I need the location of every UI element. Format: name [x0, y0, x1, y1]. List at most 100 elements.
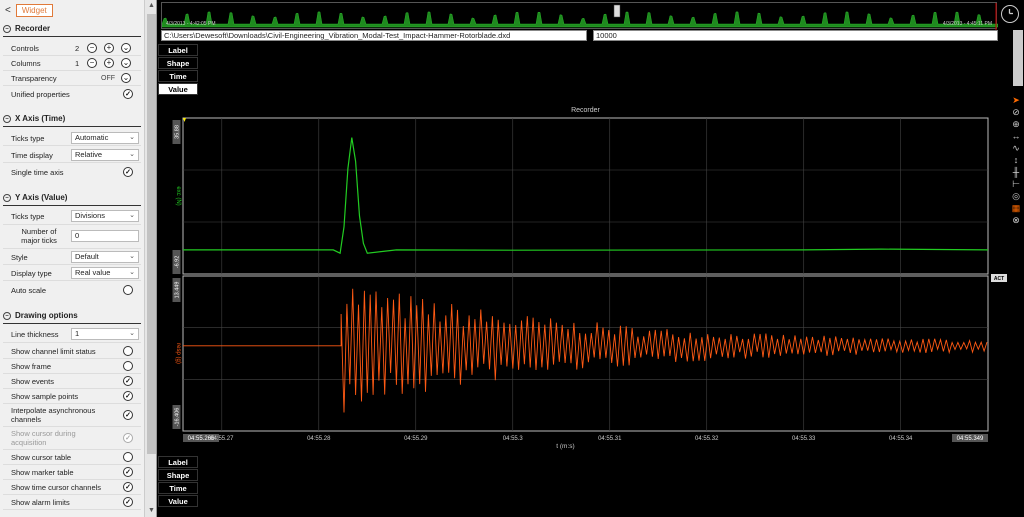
time-display-dropdown[interactable]: Relative ⌄ [71, 149, 139, 161]
overview-strip[interactable]: 4/3/2013 - 4:42:05 PM 4/3/2013 - 4:45:11… [161, 2, 998, 30]
dropdown-value: Real value [75, 268, 111, 277]
collapse-icon[interactable]: – [3, 24, 11, 33]
wave-icon[interactable]: ∿ [1010, 142, 1022, 154]
auto-scale-checkbox[interactable] [123, 285, 133, 295]
drawing-option-label-text2: acquisition [11, 438, 47, 447]
widget-tab[interactable]: < Widget [5, 3, 53, 17]
resp-ymin-label-group: -16.406 [172, 405, 181, 429]
divider [3, 162, 141, 163]
controls-label: Controls [11, 43, 39, 53]
section-recorder[interactable]: – Recorder [3, 24, 141, 33]
value-button[interactable]: Value [158, 83, 198, 95]
y-ticks-type-dropdown[interactable]: Divisions ⌄ [71, 210, 139, 222]
drawing-option-checkbox[interactable] [123, 361, 133, 371]
overview-waveform [162, 3, 998, 30]
label-button[interactable]: Label [158, 44, 198, 56]
line-thickness-dropdown[interactable]: 1 ⌄ [71, 328, 139, 340]
dropdown-value: 1 [75, 329, 80, 338]
style-dropdown[interactable]: Default ⌄ [71, 251, 139, 263]
unified-properties-checkbox[interactable]: ✓ [123, 89, 133, 99]
clock-icon[interactable] [1001, 5, 1019, 23]
chevron-down-icon[interactable]: ⌄ [121, 73, 131, 83]
horizontal-measure-icon[interactable]: ↔ [1010, 130, 1022, 142]
recorder-chart[interactable]: RecorderACTACT35.88-6.9213.449-16.406exc… [157, 96, 1007, 454]
drawing-option-checkbox[interactable]: ✓ [123, 467, 133, 477]
major-ticks-row: Number of major ticks 0 [3, 227, 141, 247]
display-type-row: Display type Real value ⌄ [3, 267, 141, 279]
drawing-option-label-text: Show channel limit status [11, 346, 96, 356]
target-icon[interactable]: ◎ [1010, 190, 1022, 202]
shape-button[interactable]: Shape [158, 469, 198, 481]
widget-tab-label[interactable]: Widget [15, 3, 53, 17]
collapse-icon[interactable]: – [3, 193, 11, 202]
drawing-option-checkbox[interactable]: ✓ [123, 391, 133, 401]
grid-icon[interactable]: ▦ [1010, 202, 1022, 214]
x-axis-label: t (m:s) [556, 443, 574, 450]
divider [3, 509, 141, 510]
label-button[interactable]: Label [158, 456, 198, 468]
single-time-axis-checkbox[interactable]: ✓ [123, 167, 133, 177]
marker-icon[interactable]: ╫ [1010, 166, 1022, 178]
plus-icon[interactable]: + [104, 43, 114, 53]
minus-icon[interactable]: − [87, 43, 97, 53]
divider [3, 342, 141, 343]
chevron-down-icon[interactable]: ⌄ [121, 58, 131, 68]
close-icon[interactable]: ⊗ [1010, 214, 1022, 226]
drawing-option-row: Show events ✓ [3, 375, 141, 387]
drawing-option-label-text: Show alarm limits [11, 497, 70, 507]
right-scrollbar[interactable] [1013, 30, 1023, 86]
ruler-icon[interactable]: ⊢ [1010, 178, 1022, 190]
vertical-measure-icon[interactable]: ↕ [1010, 154, 1022, 166]
time-display-row: Time display Relative ⌄ [3, 149, 141, 161]
plot-panel-2 [182, 275, 989, 432]
scrollbar-thumb[interactable] [147, 14, 156, 454]
drawing-option-row: Show cursor table [3, 451, 141, 463]
divider [3, 464, 141, 465]
chevron-left-icon[interactable]: < [5, 5, 11, 16]
ticks-type-label: Ticks type [11, 211, 45, 221]
section-y-axis[interactable]: – Y Axis (Value) [3, 193, 141, 202]
time-button[interactable]: Time [158, 70, 198, 82]
value-button[interactable]: Value [158, 495, 198, 507]
drawing-option-checkbox[interactable]: ✓ [123, 410, 133, 420]
minus-icon[interactable]: − [87, 58, 97, 68]
divider [3, 479, 141, 480]
plus-icon[interactable]: + [104, 58, 114, 68]
collapse-icon[interactable]: – [3, 114, 11, 123]
display-type-dropdown[interactable]: Real value ⌄ [71, 267, 139, 279]
drawing-option-label: Show time cursor channels [11, 483, 101, 492]
pointer-icon[interactable]: ➤ [1010, 94, 1022, 106]
x-tick-label: 04:55.34 [889, 436, 913, 442]
section-drawing-options[interactable]: – Drawing options [3, 311, 141, 320]
drawing-option-checkbox[interactable] [123, 452, 133, 462]
panel-scrollbar[interactable]: ▲ ▼ [144, 0, 156, 517]
section-x-axis[interactable]: – X Axis (Time) [3, 114, 141, 123]
scroll-down-icon[interactable]: ▼ [146, 506, 156, 516]
shape-button[interactable]: Shape [158, 57, 198, 69]
divider [3, 280, 141, 281]
chevron-down-icon[interactable]: ⌄ [121, 43, 131, 53]
drawing-option-checkbox[interactable]: ✓ [123, 482, 133, 492]
time-display-label: Time display [11, 150, 53, 160]
drawing-option-label-text: Show time cursor channels [11, 482, 102, 492]
resp-series-label: resp (g) [175, 343, 181, 364]
compass-icon[interactable]: ⊘ [1010, 106, 1022, 118]
file-path-field[interactable]: C:\Users\Dewesoft\Downloads\Civil-Engine… [161, 30, 587, 41]
section-title: Drawing options [15, 311, 78, 320]
divider [3, 264, 141, 265]
collapse-icon[interactable]: – [3, 311, 11, 320]
style-label: Style [11, 252, 28, 262]
crosshair-icon[interactable]: ⊕ [1010, 118, 1022, 130]
major-ticks-input[interactable]: 0 [71, 230, 139, 242]
time-button[interactable]: Time [158, 482, 198, 494]
drawing-option-label-text: Show events [11, 376, 54, 386]
drawing-option-checkbox[interactable]: ✓ [123, 497, 133, 507]
drawing-option-checkbox[interactable]: ✓ [123, 376, 133, 386]
drawing-option-checkbox[interactable] [123, 346, 133, 356]
x-tick-label: 04:55.33 [792, 436, 816, 442]
x-ticks-type-dropdown[interactable]: Automatic ⌄ [71, 132, 139, 144]
divider [3, 248, 141, 249]
scroll-up-icon[interactable]: ▲ [146, 1, 156, 11]
overview-position-marker [613, 4, 621, 18]
sample-rate-field[interactable]: 10000 [593, 30, 998, 41]
